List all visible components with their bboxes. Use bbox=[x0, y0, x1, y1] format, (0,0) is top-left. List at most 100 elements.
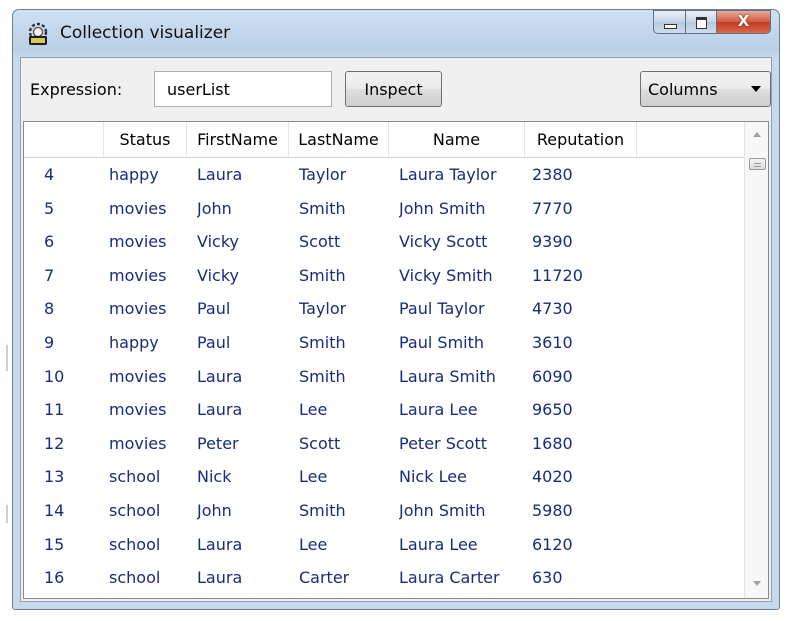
column-header-lastname[interactable]: LastName bbox=[289, 122, 389, 157]
cell-status: movies bbox=[109, 433, 167, 453]
cell-lastname: Smith bbox=[299, 366, 346, 386]
cell-reputation: 4730 bbox=[532, 299, 573, 319]
cell-status: school bbox=[109, 467, 161, 487]
title-bar[interactable]: Collection visualizer X bbox=[13, 10, 779, 57]
table-body: 4 happy Laura Taylor Laura Taylor 2380 5 movies… bbox=[24, 158, 751, 595]
column-header-reputation[interactable]: Reputation bbox=[525, 122, 637, 157]
cell-lastname: Scott bbox=[299, 232, 341, 252]
cell-reputation: 9390 bbox=[532, 232, 573, 252]
cell-index: 4 bbox=[44, 165, 55, 184]
cell-reputation: 2380 bbox=[532, 165, 573, 184]
cell-lastname: Taylor bbox=[299, 299, 347, 319]
close-button[interactable]: X bbox=[716, 10, 771, 34]
maximize-icon bbox=[696, 17, 707, 29]
inspect-button[interactable]: Inspect bbox=[345, 71, 442, 107]
column-header-index[interactable] bbox=[24, 122, 104, 157]
table-row[interactable]: 6 movies Vicky Scott Vicky Scott 9390 bbox=[24, 225, 751, 259]
table-row[interactable]: 15 school Laura Lee Laura Lee 6120 bbox=[24, 528, 751, 562]
cell-firstname: Peter bbox=[197, 433, 239, 453]
cell-name: Vicky Scott bbox=[399, 232, 488, 252]
cell-status: movies bbox=[109, 198, 167, 218]
window-title: Collection visualizer bbox=[60, 23, 231, 43]
cell-status: movies bbox=[109, 232, 167, 252]
cell-name: Peter Scott bbox=[399, 433, 487, 453]
cell-reputation: 11720 bbox=[532, 265, 583, 285]
table-row[interactable]: 7 movies Vicky Smith Vicky Smith 11720 bbox=[24, 259, 751, 293]
cell-reputation: 5980 bbox=[532, 500, 573, 520]
cell-status: movies bbox=[109, 265, 167, 285]
cell-lastname: Smith bbox=[299, 198, 346, 218]
collection-visualizer-window: Collection visualizer X Expression: Insp… bbox=[12, 9, 780, 610]
table-row[interactable]: 5 movies John Smith John Smith 7770 bbox=[24, 192, 751, 226]
cell-name: Laura Taylor bbox=[399, 165, 497, 184]
cell-status: school bbox=[109, 534, 161, 554]
table-row[interactable]: 13 school Nick Lee Nick Lee 4020 bbox=[24, 460, 751, 494]
cell-index: 6 bbox=[44, 232, 55, 252]
cell-reputation: 6120 bbox=[532, 534, 573, 554]
cell-name: Laura Carter bbox=[399, 568, 500, 588]
cell-status: school bbox=[109, 568, 161, 588]
columns-dropdown[interactable]: Columns bbox=[640, 71, 771, 107]
cell-lastname: Lee bbox=[299, 467, 328, 487]
cell-firstname: Vicky bbox=[197, 232, 239, 252]
cell-reputation: 630 bbox=[532, 568, 563, 588]
cell-index: 14 bbox=[44, 500, 65, 520]
cell-index: 16 bbox=[44, 568, 65, 588]
minimize-button[interactable] bbox=[653, 10, 685, 34]
table-row[interactable]: 11 movies Laura Lee Laura Lee 9650 bbox=[24, 393, 751, 427]
cell-status: school bbox=[109, 500, 161, 520]
table-row[interactable]: 14 school John Smith John Smith 5980 bbox=[24, 494, 751, 528]
cell-lastname: Carter bbox=[299, 568, 350, 588]
cell-name: Vicky Smith bbox=[399, 265, 493, 285]
cell-status: movies bbox=[109, 400, 167, 420]
scroll-down-icon[interactable] bbox=[753, 581, 761, 586]
column-header-name[interactable]: Name bbox=[389, 122, 525, 157]
column-header-status[interactable]: Status bbox=[104, 122, 187, 157]
cell-status: movies bbox=[109, 366, 167, 386]
cell-reputation: 1680 bbox=[532, 433, 573, 453]
expression-input[interactable] bbox=[154, 71, 332, 107]
cell-lastname: Scott bbox=[299, 433, 341, 453]
cell-firstname: Laura bbox=[197, 366, 243, 386]
cell-status: happy bbox=[109, 332, 159, 352]
background-mark bbox=[6, 505, 8, 523]
window-controls: X bbox=[653, 10, 771, 36]
table-row[interactable]: 9 happy Paul Smith Paul Smith 3610 bbox=[24, 326, 751, 360]
app-icon bbox=[28, 22, 48, 45]
table-row[interactable]: 10 movies Laura Smith Laura Smith 6090 bbox=[24, 360, 751, 394]
cell-firstname: John bbox=[197, 198, 232, 218]
minimize-icon bbox=[664, 24, 677, 29]
chevron-down-icon bbox=[751, 86, 761, 92]
scroll-thumb[interactable] bbox=[749, 158, 766, 170]
cell-index: 5 bbox=[44, 198, 55, 218]
cell-firstname: Laura bbox=[197, 165, 243, 184]
cell-reputation: 9650 bbox=[532, 400, 573, 420]
cell-index: 12 bbox=[44, 433, 65, 453]
cell-lastname: Lee bbox=[299, 534, 328, 554]
cell-index: 7 bbox=[44, 265, 55, 285]
cell-firstname: Paul bbox=[197, 332, 231, 352]
cell-index: 11 bbox=[44, 400, 65, 420]
cell-firstname: Laura bbox=[197, 534, 243, 554]
column-header-firstname[interactable]: FirstName bbox=[187, 122, 289, 157]
maximize-button[interactable] bbox=[685, 10, 716, 34]
vertical-scrollbar[interactable] bbox=[744, 122, 768, 598]
table-row[interactable]: 16 school Laura Carter Laura Carter 630 bbox=[24, 561, 751, 595]
cell-index: 15 bbox=[44, 534, 65, 554]
table-row[interactable]: 12 movies Peter Scott Peter Scott 1680 bbox=[24, 427, 751, 461]
cell-firstname: Paul bbox=[197, 299, 231, 319]
cell-name: Laura Lee bbox=[399, 534, 478, 554]
cell-firstname: Laura bbox=[197, 400, 243, 420]
table-header: Status FirstName LastName Name Reputatio… bbox=[24, 122, 751, 158]
table-row[interactable]: 4 happy Laura Taylor Laura Taylor 2380 bbox=[24, 158, 751, 192]
cell-lastname: Smith bbox=[299, 500, 346, 520]
table-row[interactable]: 8 movies Paul Taylor Paul Taylor 4730 bbox=[24, 292, 751, 326]
scroll-up-icon[interactable] bbox=[753, 132, 761, 137]
cell-index: 10 bbox=[44, 366, 65, 386]
cell-firstname: Vicky bbox=[197, 265, 239, 285]
cell-lastname: Taylor bbox=[299, 165, 347, 184]
cell-status: movies bbox=[109, 299, 167, 319]
data-grid[interactable]: Status FirstName LastName Name Reputatio… bbox=[23, 121, 769, 599]
cell-name: John Smith bbox=[399, 198, 486, 218]
cell-index: 8 bbox=[44, 299, 55, 319]
